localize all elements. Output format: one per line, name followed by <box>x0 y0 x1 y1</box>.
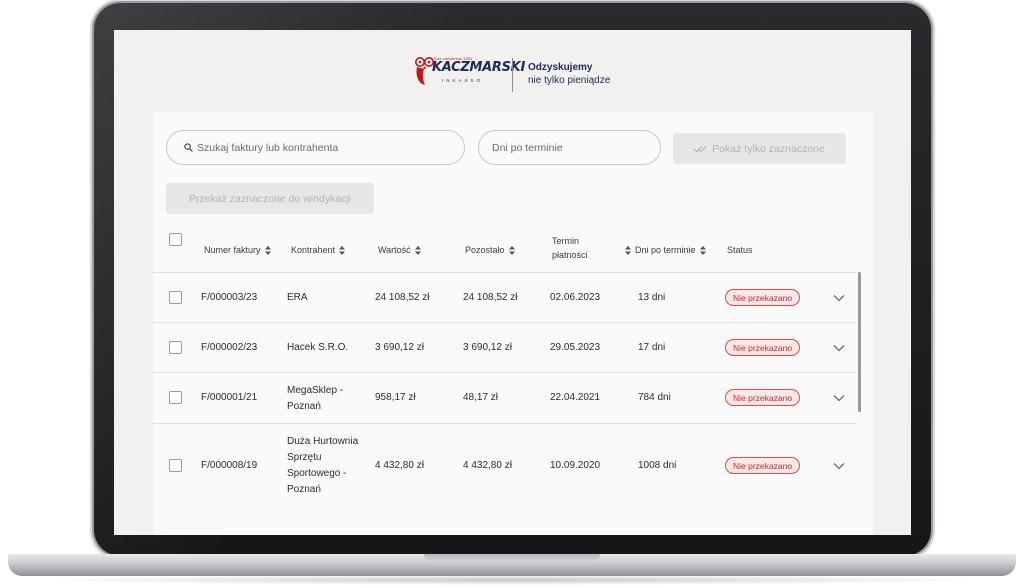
sort-icon <box>339 245 346 255</box>
row-checkbox[interactable] <box>169 291 182 304</box>
invoice-value: 958,17 zł <box>375 392 416 403</box>
invoice-table-body: F/000003/23 ERA 24 108,52 zł 24 108,52 z… <box>153 272 857 507</box>
column-header-remaining[interactable]: Pozostało <box>465 245 515 255</box>
row-checkbox[interactable] <box>169 459 182 472</box>
invoice-number: F/000003/23 <box>201 292 258 303</box>
status-badge: Nie przekazano <box>725 389 801 406</box>
laptop-notch <box>424 554 600 562</box>
due-date: 22.04.2021 <box>550 392 601 403</box>
due-date: 02.06.2023 <box>550 292 601 303</box>
invoice-number: F/000008/19 <box>201 460 258 471</box>
remaining-amount: 48,17 zł <box>463 392 499 403</box>
table-scrollbar[interactable] <box>858 272 861 412</box>
days-overdue: 1008 dni <box>638 460 677 471</box>
invoice-value: 24 108,52 zł <box>375 292 430 303</box>
row-checkbox[interactable] <box>169 391 182 404</box>
days-overdue: 17 dni <box>638 342 666 353</box>
invoice-number: F/000002/23 <box>201 342 258 353</box>
column-label-remaining: Pozostało <box>465 245 505 255</box>
contractor-name: MegaSklep - Poznań <box>287 385 344 412</box>
chevron-down-icon[interactable] <box>833 462 845 470</box>
table-row[interactable]: F/000001/21 MegaSklep - Poznań 958,17 zł… <box>153 372 857 423</box>
due-date: 10.09.2020 <box>550 460 601 471</box>
column-label-contractor: Kontrahent <box>291 245 336 255</box>
column-header-contractor[interactable]: Kontrahent <box>291 245 346 255</box>
column-label-due-date: Termin płatności <box>552 236 588 260</box>
sort-icon <box>508 245 515 255</box>
column-header-status: Status <box>727 245 753 255</box>
table-row[interactable]: F/000008/19 Duża Hurtownia Sprzętu Sport… <box>153 423 857 507</box>
column-header-days-overdue[interactable]: Dni po terminie <box>625 245 706 255</box>
show-selected-label: Pokaż tylko zaznaczone <box>712 142 825 155</box>
search-field[interactable] <box>166 130 465 165</box>
sort-icon <box>264 245 271 255</box>
status-badge: Nie przekazano <box>725 457 801 474</box>
sort-icon <box>699 245 706 255</box>
column-header-invoice[interactable]: Numer faktury <box>204 245 271 255</box>
column-label-days-overdue: Dni po terminie <box>635 245 696 255</box>
invoice-value: 3 690,12 zł <box>375 342 424 353</box>
remaining-amount: 24 108,52 zł <box>463 292 518 303</box>
double-check-icon <box>694 145 707 152</box>
tagline-primary: Odzyskujemy <box>528 62 593 73</box>
row-checkbox[interactable] <box>169 341 182 354</box>
show-selected-button[interactable]: Pokaż tylko zaznaczone <box>673 133 846 164</box>
column-label-invoice: Numer faktury <box>204 245 261 255</box>
days-overdue: 13 dni <box>638 292 666 303</box>
days-overdue: 784 dni <box>638 392 671 403</box>
invoices-card: Pokaż tylko zaznaczone Przekaż zaznaczon… <box>153 112 873 535</box>
sort-icon <box>414 245 421 255</box>
tagline-secondary: nie tylko pieniądze <box>528 75 611 86</box>
chevron-down-icon[interactable] <box>833 294 845 302</box>
send-to-collection-button[interactable]: Przekaż zaznaczone do windykacji <box>166 183 374 214</box>
contractor-name: ERA <box>287 292 308 303</box>
search-icon <box>184 143 193 152</box>
contractor-name: Hacek S.R.O. <box>287 342 349 353</box>
due-date: 29.05.2023 <box>550 342 601 353</box>
days-overdue-field[interactable] <box>478 130 661 165</box>
contractor-name: Duża Hurtownia Sprzętu Sportowego - Pozn… <box>287 436 359 495</box>
chevron-down-icon[interactable] <box>833 344 845 352</box>
search-input[interactable] <box>197 131 457 164</box>
column-header-value[interactable]: Wartość <box>378 245 421 255</box>
status-badge: Nie przekazano <box>725 339 801 356</box>
remaining-amount: 4 432,80 zł <box>463 460 512 471</box>
send-to-collection-label: Przekaż zaznaczone do windykacji <box>188 192 352 205</box>
table-row[interactable]: F/000003/23 ERA 24 108,52 zł 24 108,52 z… <box>153 272 857 322</box>
remaining-amount: 3 690,12 zł <box>463 342 512 353</box>
header-divider <box>512 58 513 92</box>
column-label-value: Wartość <box>378 245 411 255</box>
header: Rok założenia 1991 KACZMARSKI INKASSO Od… <box>114 30 911 112</box>
logo-subtext: INKASSO <box>442 78 484 83</box>
column-label-status: Status <box>727 245 753 255</box>
select-all-checkbox[interactable] <box>169 233 182 246</box>
invoice-number: F/000001/21 <box>201 392 258 403</box>
table-row[interactable]: F/000002/23 Hacek S.R.O. 3 690,12 zł 3 6… <box>153 322 857 372</box>
days-overdue-input[interactable] <box>492 131 652 164</box>
app-screen: Rok założenia 1991 KACZMARSKI INKASSO Od… <box>114 30 911 535</box>
kaczmarski-logo[interactable]: Rok założenia 1991 KACZMARSKI INKASSO <box>414 54 525 98</box>
sort-icon <box>625 245 631 255</box>
status-badge: Nie przekazano <box>725 289 801 306</box>
laptop-shadow <box>30 575 994 585</box>
chevron-down-icon[interactable] <box>833 394 845 402</box>
table-header: Numer faktury Kontrahent Wartość Pozosta… <box>153 230 857 272</box>
column-header-due-date[interactable]: Termin płatności <box>552 234 602 262</box>
invoice-value: 4 432,80 zł <box>375 460 424 471</box>
